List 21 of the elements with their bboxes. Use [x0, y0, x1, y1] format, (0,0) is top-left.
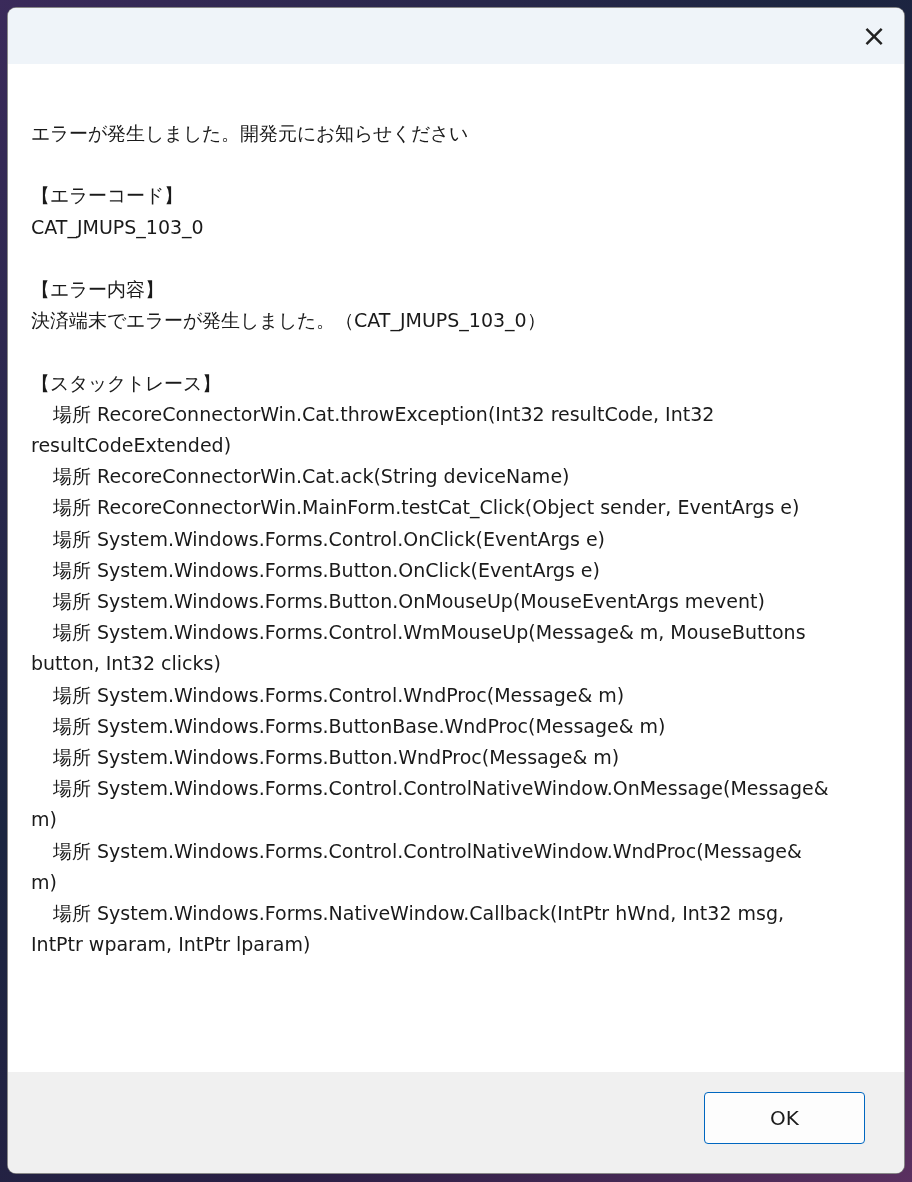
stack-trace-line: 場所 System.Windows.Forms.Control.WndProc(Message& m) — [52, 682, 626, 708]
stack-trace-line: 場所 System.Windows.Forms.ButtonBase.WndProc(Message& m) — [52, 713, 667, 739]
section-heading: 【エラーコード】 — [31, 183, 184, 209]
stack-trace-line: 場所 System.Windows.Forms.Control.ControlNativeWindow.OnMessage(Message& m) — [31, 776, 830, 833]
stack-trace-line: 場所 System.Windows.Forms.Control.WmMouseUp(Message& m, MouseButtons button, Int32 clicks) — [31, 620, 807, 677]
message-text: エラーが発生しました。開発元にお知らせください — [31, 121, 469, 146]
close-button[interactable]: × — [844, 8, 904, 64]
stack-trace-line: 場所 System.Windows.Forms.Control.ControlNativeWindow.WndProc(Message& m) — [31, 838, 803, 895]
section-heading: 【スタックトレース】 — [31, 370, 222, 396]
stack-trace-line: 場所 RecoreConnectorWin.MainForm.testCat_Click(Object sender, EventArgs e) — [52, 495, 801, 521]
stack-trace-line: 場所 System.Windows.Forms.NativeWindow.Callback(IntPtr hWnd, Int32 msg, IntPtr wparam, IntPtr lparam) — [31, 901, 786, 958]
stack-trace-line: 場所 RecoreConnectorWin.Cat.ack(String deviceName) — [52, 464, 571, 490]
stack-trace-line: 場所 System.Windows.Forms.Control.OnClick(EventArgs e) — [52, 526, 606, 552]
stack-trace-line: 場所 System.Windows.Forms.Button.OnClick(EventArgs e) — [52, 557, 601, 583]
stack-trace-line: 場所 System.Windows.Forms.Button.WndProc(Message& m) — [52, 745, 621, 770]
message-text: CAT_JMUPS_103_0 — [31, 214, 205, 241]
message-text: 決済端末でエラーが発生しました。（CAT_JMUPS_103_0） — [31, 308, 547, 334]
stack-trace-line: 場所 System.Windows.Forms.Button.OnMouseUp(MouseEventArgs mevent) — [52, 589, 766, 614]
ok-button[interactable]: OK — [704, 1092, 865, 1144]
stack-trace-line: 場所 RecoreConnectorWin.Cat.throwException(Int32 resultCode, Int32 resultCodeExtended) — [31, 401, 716, 458]
section-heading: 【エラー内容】 — [31, 277, 165, 302]
